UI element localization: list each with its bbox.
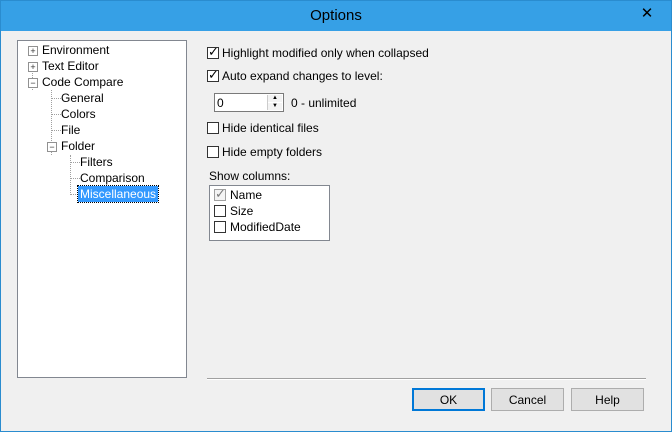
cancel-button[interactable]: Cancel [491,388,564,411]
column-size-checkbox[interactable] [214,205,226,217]
separator [207,378,646,380]
tree-item-colors[interactable]: Colors [61,106,96,122]
options-tree[interactable]: + + − − Environment Text Editor Code Com… [17,40,187,378]
auto-expand-label: Auto expand changes to level: [222,69,383,83]
close-button[interactable]: ✕ [629,2,665,24]
tree-item-code-compare[interactable]: Code Compare [42,74,123,90]
chevron-down-icon: ▼ [272,103,278,109]
highlight-modified-checkbox[interactable]: ✓ [207,44,219,59]
hide-identical-checkbox[interactable] [207,122,219,134]
tree-item-folder[interactable]: Folder [61,138,95,154]
column-name-checkbox[interactable]: ✓ [214,186,226,201]
columns-list[interactable]: ✓ Name Size ModifiedDate [209,185,330,241]
tree-guide-line [70,162,80,163]
hide-identical-label: Hide identical files [222,121,319,135]
tree-item-general[interactable]: General [61,90,104,106]
title-bar[interactable]: Options ✕ [1,1,671,31]
level-input[interactable] [217,95,265,110]
tree-guide-line [51,98,61,99]
close-icon: ✕ [640,5,654,22]
tree-guide-line [51,130,61,131]
level-hint: 0 - unlimited [291,96,357,110]
tree-item-text-editor[interactable]: Text Editor [42,58,99,74]
stepper-down-button[interactable]: ▼ [268,103,282,110]
tree-item-file[interactable]: File [61,122,80,138]
dialog-client: + + − − Environment Text Editor Code Com… [8,31,664,424]
tree-guide-line [51,114,61,115]
tree-item-comparison[interactable]: Comparison [80,170,145,186]
column-modifieddate-checkbox[interactable] [214,221,226,233]
expand-text-editor-icon[interactable]: + [28,62,38,72]
tree-guide-line [70,178,80,179]
column-size-label: Size [230,204,254,218]
tree-guide-line [70,194,78,195]
tree-item-miscellaneous[interactable]: Miscellaneous [76,185,160,203]
ok-button[interactable]: OK [412,388,485,411]
auto-expand-checkbox[interactable]: ✓ [207,67,219,82]
column-modifieddate-label: ModifiedDate [230,220,301,234]
stepper-up-button[interactable]: ▲ [268,95,282,102]
checkmark-icon: ✓ [215,186,226,201]
highlight-modified-label: Highlight modified only when collapsed [222,46,429,60]
tree-item-filters[interactable]: Filters [80,154,113,170]
options-dialog: Options ✕ + + − − Environment Text Edito… [0,0,672,432]
level-stepper[interactable]: ▲ ▼ [214,93,284,112]
hide-empty-label: Hide empty folders [222,145,323,159]
chevron-up-icon: ▲ [272,95,278,101]
hide-empty-checkbox[interactable] [207,146,219,158]
tree-guide-line [70,155,71,195]
show-columns-label: Show columns: [209,169,291,183]
collapse-code-compare-icon[interactable]: − [28,78,38,88]
stepper-buttons: ▲ ▼ [267,95,282,110]
expand-environment-icon[interactable]: + [28,46,38,56]
collapse-folder-icon[interactable]: − [47,142,57,152]
dialog-title: Options [310,7,362,24]
column-name-label: Name [230,188,263,202]
tree-item-environment[interactable]: Environment [42,42,109,58]
checkmark-icon: ✓ [208,44,219,59]
checkmark-icon: ✓ [208,67,219,82]
help-button[interactable]: Help [571,388,644,411]
